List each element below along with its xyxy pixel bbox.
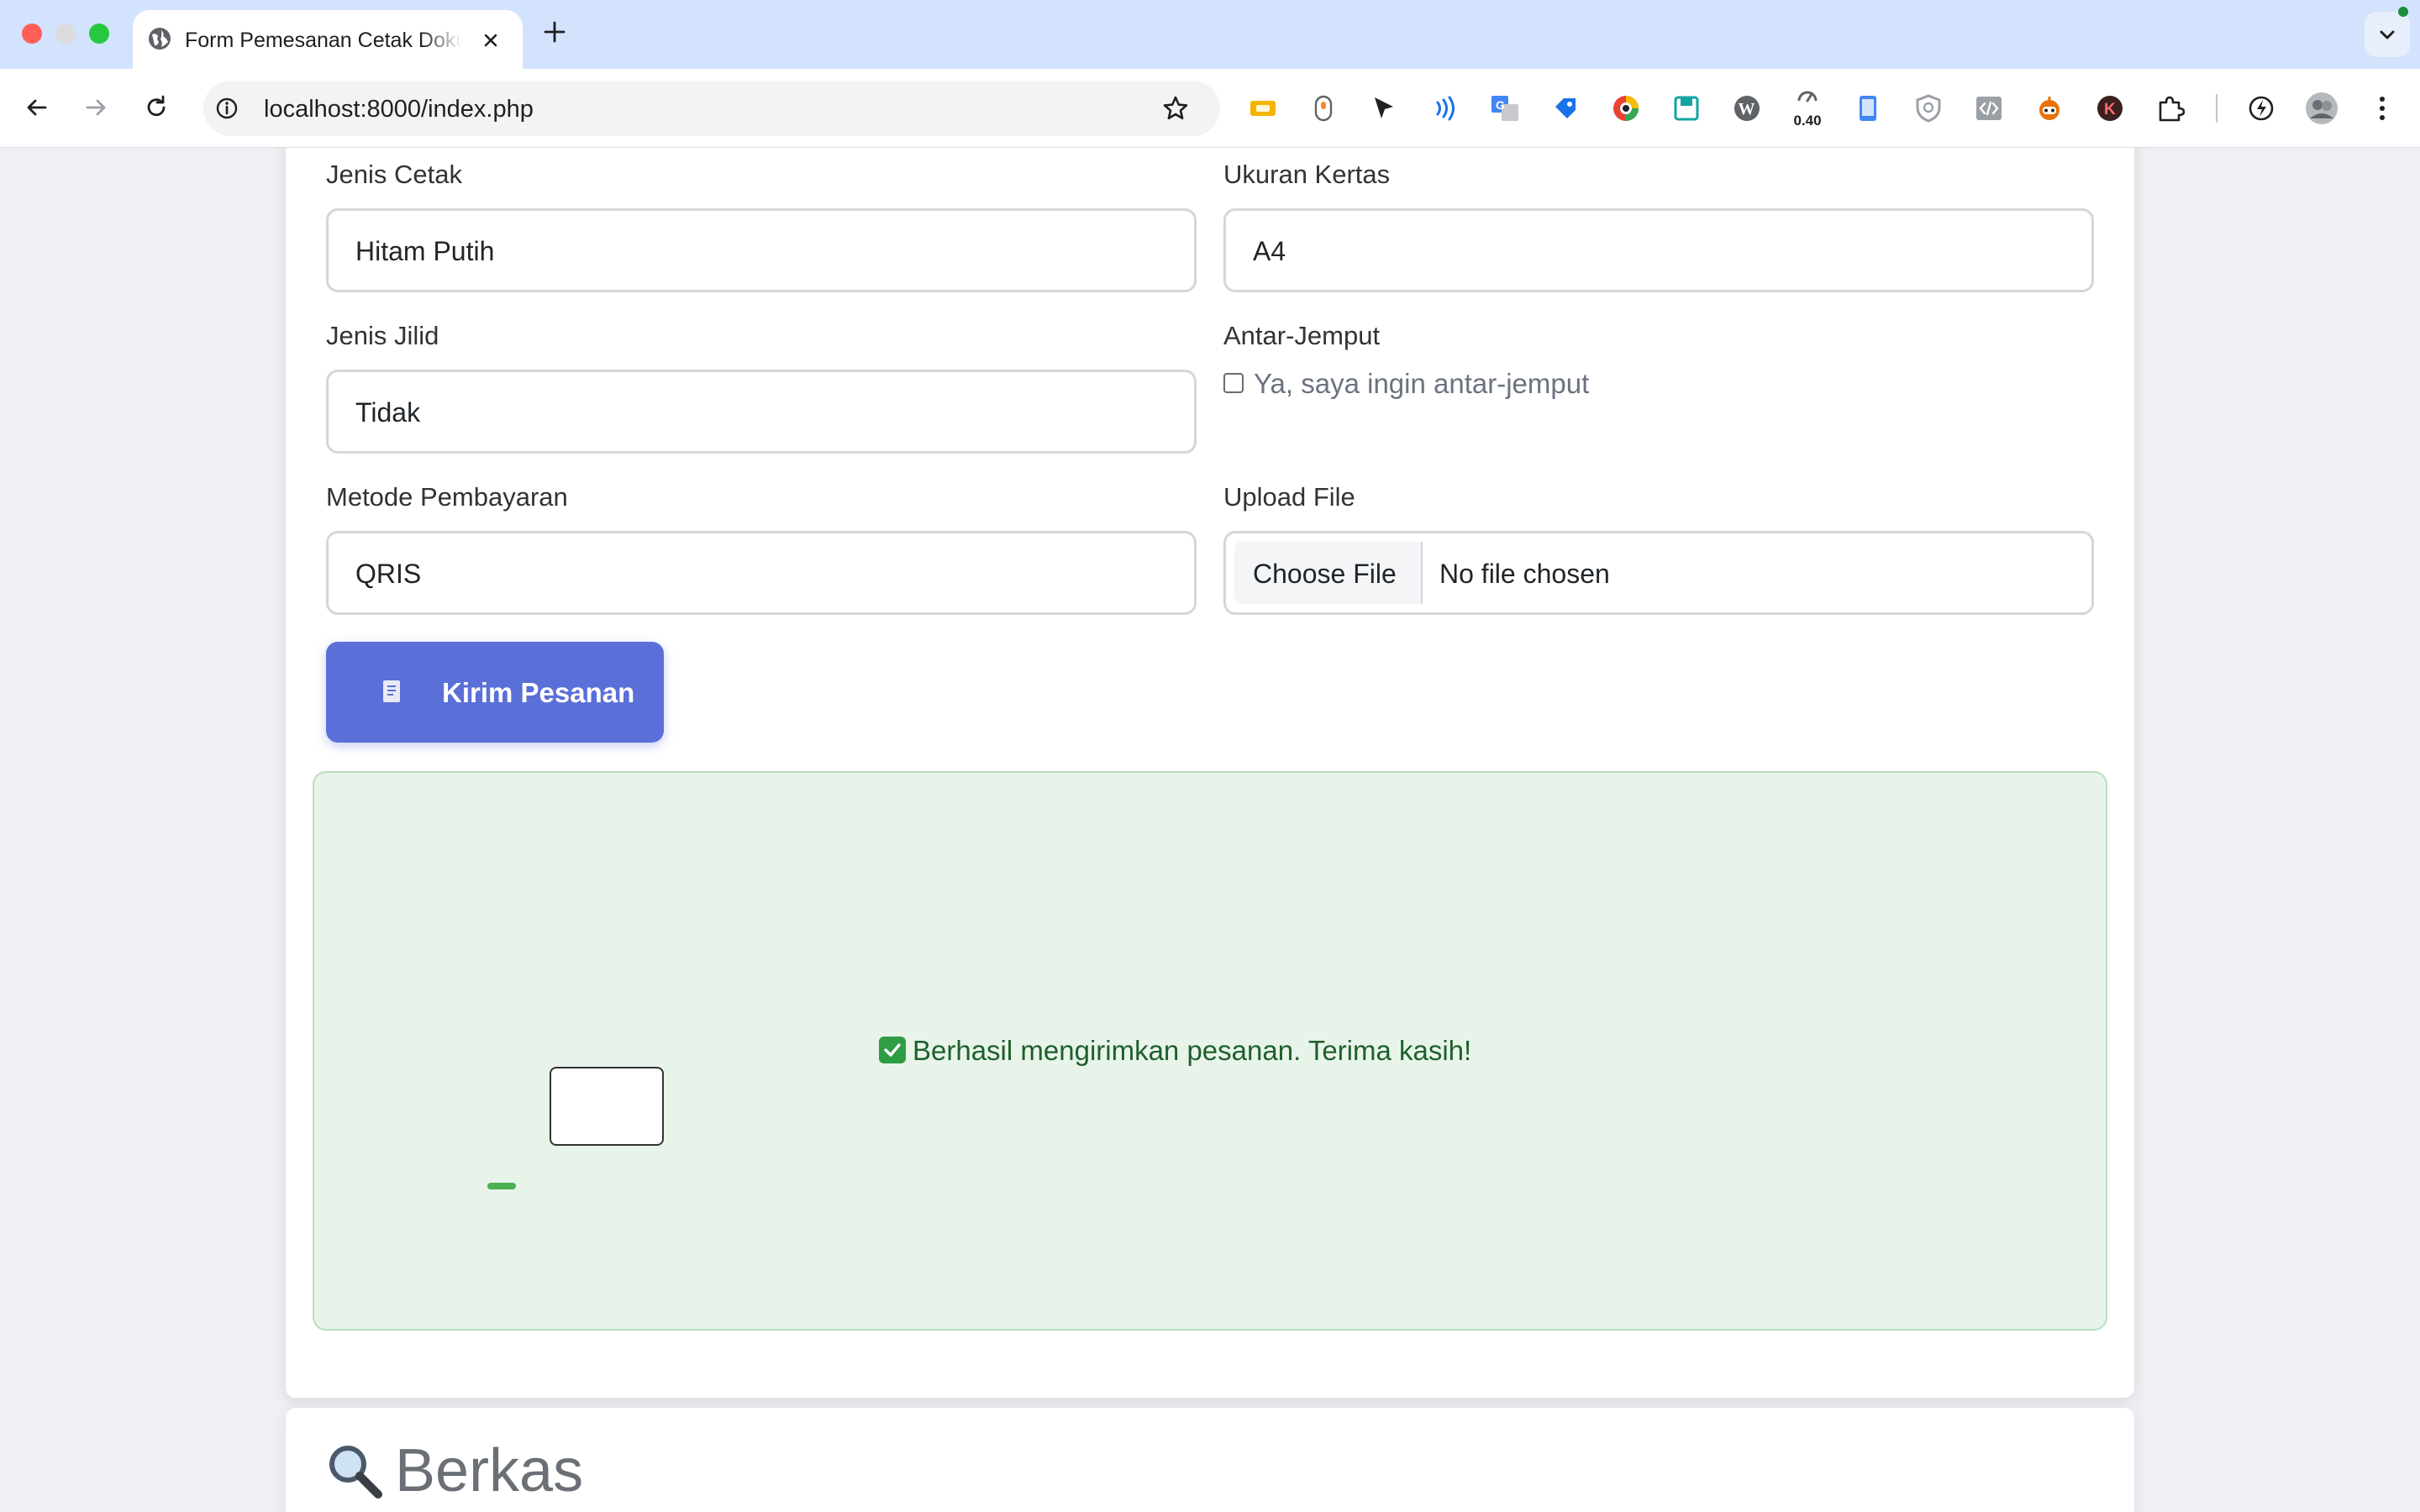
success-message: Berhasil mengirimkan pesanan. Terima kas…: [913, 1035, 1472, 1066]
wordpress-icon[interactable]: W: [1728, 87, 1766, 129]
reload-icon: [147, 95, 166, 117]
save-icon[interactable]: [1667, 87, 1706, 129]
svg-text:K: K: [2104, 101, 2116, 118]
success-alert: Berhasil mengirimkan pesanan. Terima kas…: [313, 771, 2107, 1331]
ukuran-kertas-select[interactable]: A4: [1223, 208, 2094, 292]
address-bar[interactable]: localhost:8000/index.php: [203, 81, 1220, 136]
browser-toolbar: localhost:8000/index.php G W 0.40 K: [0, 69, 2420, 148]
translate-icon[interactable]: G: [1486, 87, 1524, 129]
jenis-cetak-select[interactable]: Hitam Putih: [326, 208, 1197, 292]
choose-file-button[interactable]: Choose File: [1234, 542, 1423, 604]
toolbar-divider: [2216, 94, 2217, 123]
arrow-right-icon: [86, 99, 106, 116]
metode-pembayaran-label: Metode Pembayaran: [326, 482, 568, 512]
empty-preview-box: [550, 1067, 664, 1146]
ukuran-kertas-label: Ukuran Kertas: [1223, 160, 1391, 189]
forward-button[interactable]: [77, 89, 114, 126]
jenis-cetak-label: Jenis Cetak: [326, 160, 462, 189]
metode-pembayaran-select[interactable]: QRIS: [326, 531, 1197, 615]
k-icon[interactable]: K: [2091, 87, 2129, 129]
antar-jemput-checkbox[interactable]: [1223, 373, 1244, 393]
arrow-left-icon: [27, 99, 47, 116]
berkas-title: Berkas: [395, 1437, 584, 1504]
browser-menu-icon[interactable]: [2363, 87, 2402, 129]
robot-icon[interactable]: [2030, 87, 2069, 129]
berkas-heading: Berkas: [324, 1433, 583, 1509]
check-mark-icon: [879, 1037, 906, 1063]
jenis-cetak-value: Hitam Putih: [355, 236, 495, 266]
choose-file-label: Choose File: [1253, 559, 1397, 589]
performance-icon[interactable]: [2242, 87, 2281, 129]
svg-text:W: W: [1739, 100, 1755, 118]
puzzle-icon[interactable]: [2151, 87, 2190, 129]
ticket-icon[interactable]: [1244, 87, 1282, 129]
ukuran-kertas-value: A4: [1253, 236, 1286, 266]
jenis-jilid-value: Tidak: [355, 397, 421, 428]
wave-icon[interactable]: [1425, 87, 1464, 129]
file-status: No file chosen: [1439, 559, 1610, 589]
bookmark-star-icon[interactable]: [1161, 94, 1190, 123]
chevron-down-icon: [2380, 30, 2395, 39]
kirim-pesanan-label: Kirim Pesanan: [442, 677, 635, 708]
site-info-icon[interactable]: [215, 97, 239, 120]
globe-icon: [149, 28, 171, 50]
zoom-value: 0.40: [1793, 113, 1822, 129]
tag-icon[interactable]: [1546, 87, 1585, 129]
color-picker-icon[interactable]: [1607, 87, 1645, 129]
zoom-icon[interactable]: 0.40: [1788, 87, 1827, 129]
jenis-jilid-label: Jenis Jilid: [326, 321, 439, 350]
maximize-window-button[interactable]: [89, 24, 109, 44]
upload-file-input[interactable]: Choose File No file chosen: [1223, 531, 2094, 615]
document-icon: [383, 680, 400, 702]
metode-pembayaran-value: QRIS: [355, 559, 422, 589]
profile-avatar[interactable]: [2302, 87, 2341, 129]
progress-dash: [487, 1183, 516, 1189]
tab-title: Form Pemesanan Cetak Dokumen: [185, 29, 462, 52]
shield-icon[interactable]: [1909, 87, 1948, 129]
mouse-icon[interactable]: [1304, 87, 1343, 129]
antar-jemput-label: Antar-Jemput: [1223, 321, 1381, 350]
kirim-pesanan-button[interactable]: Kirim Pesanan: [326, 642, 664, 743]
antar-jemput-checkbox-label[interactable]: Ya, saya ingin antar-jemput: [1254, 368, 1589, 400]
update-indicator: [2398, 7, 2408, 17]
close-window-button[interactable]: [22, 24, 42, 44]
code-icon[interactable]: [1970, 87, 2008, 129]
back-button[interactable]: [18, 89, 55, 126]
jenis-jilid-select[interactable]: Tidak: [326, 370, 1197, 454]
cursor-arrow-icon[interactable]: [1365, 87, 1403, 129]
tab-search-button[interactable]: [2365, 12, 2410, 57]
upload-file-label: Upload File: [1223, 482, 1355, 512]
close-tab-icon[interactable]: [479, 29, 502, 52]
svg-text:G: G: [1496, 98, 1505, 112]
tab-strip: Form Pemesanan Cetak Dokumen: [0, 0, 2420, 69]
url-text[interactable]: localhost:8000/index.php: [264, 96, 534, 123]
browser-tab[interactable]: Form Pemesanan Cetak Dokumen: [133, 10, 523, 69]
new-tab-icon[interactable]: [541, 18, 568, 45]
phone-icon[interactable]: [1849, 87, 1887, 129]
magnifier-icon: [324, 1441, 385, 1501]
minimize-window-button[interactable]: [55, 24, 76, 44]
reload-button[interactable]: [138, 89, 175, 126]
page-viewport: Jenis Cetak Hitam Putih Ukuran Kertas A4…: [0, 148, 2420, 1512]
